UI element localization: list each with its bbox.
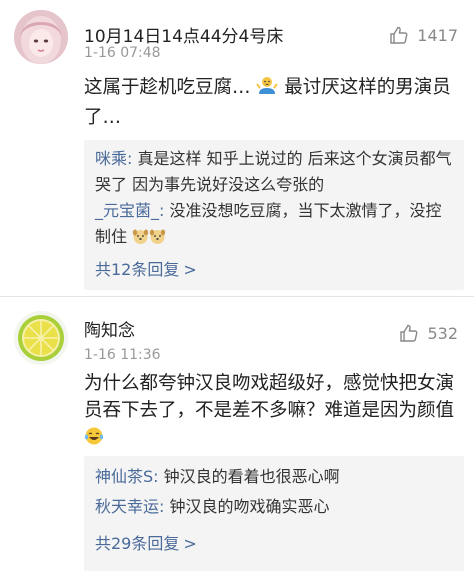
girl-portrait-avatar-icon bbox=[14, 10, 68, 64]
tears-of-joy-emoji-icon bbox=[84, 426, 104, 454]
chevron-right-icon: > bbox=[183, 260, 197, 279]
like-count: 532 bbox=[427, 323, 458, 343]
like-button[interactable]: 1417 bbox=[389, 23, 458, 47]
more-replies-link[interactable]: 共29条回复 > bbox=[95, 530, 197, 554]
thumb-up-icon bbox=[390, 26, 408, 44]
reply-item: 秋天幸运: 钟汉良的吻戏确实恶心 bbox=[95, 494, 455, 520]
more-replies-link[interactable]: 共12条回复 > bbox=[95, 256, 197, 280]
avatar[interactable] bbox=[14, 311, 68, 365]
chevron-right-icon: > bbox=[183, 534, 197, 553]
comment-text: 这属于趁机吃豆腐… 最讨厌这样的男演员了… bbox=[84, 74, 464, 131]
reply-username[interactable]: _元宝菌_: bbox=[95, 201, 164, 220]
username[interactable]: 陶知念 bbox=[84, 316, 135, 341]
comment-text-part: 这属于趁机吃豆腐… bbox=[84, 77, 251, 98]
comment-text: 为什么都夸钟汉良吻戏超级好，感觉快把女演员吞下去了，不是差不多嘛？难道是因为颜值 bbox=[84, 370, 464, 454]
timestamp: 1-16 07:48 bbox=[84, 45, 161, 61]
thumb-up-icon bbox=[400, 324, 418, 342]
reply-text: 钟汉良的吻戏确实恶心 bbox=[164, 497, 330, 516]
reply-username[interactable]: 秋天幸运: bbox=[95, 497, 164, 516]
avatar[interactable] bbox=[14, 10, 68, 64]
lemon-slice-avatar-icon bbox=[14, 311, 68, 365]
reply-item: _元宝菌_: 没准没想吃豆腐，当下太激情了，没控制住 bbox=[95, 198, 455, 253]
dog-face-emoji-icon bbox=[149, 227, 166, 253]
more-replies-label: 共12条回复 bbox=[95, 260, 180, 279]
reply-text: 真是这样 知乎上说过的 后来这个女演员都气哭了 因为事先说好没这么夸张的 bbox=[95, 149, 452, 194]
username[interactable]: 10月14日14点44分4号床 bbox=[84, 22, 283, 47]
comment-card: 陶知念 1-16 11:36 532 为什么都夸钟汉良吻戏超级好，感觉快把女演员… bbox=[0, 296, 474, 579]
reply-box: 咪乘: 真是这样 知乎上说过的 后来这个女演员都气哭了 因为事先说好没这么夸张的… bbox=[84, 140, 464, 290]
reply-text: 钟汉良的看着也很恶心啊 bbox=[158, 467, 340, 486]
timestamp: 1-16 11:36 bbox=[84, 347, 161, 363]
like-count: 1417 bbox=[417, 25, 458, 45]
like-button[interactable]: 532 bbox=[399, 321, 458, 345]
comment-card: 10月14日14点44分4号床 1-16 07:48 1417 这属于趁机吃豆腐… bbox=[0, 0, 474, 296]
reply-item: 咪乘: 真是这样 知乎上说过的 后来这个女演员都气哭了 因为事先说好没这么夸张的 bbox=[95, 146, 455, 198]
reply-item: 神仙茶S: 钟汉良的看着也很恶心啊 bbox=[95, 464, 455, 490]
dog-face-emoji-icon bbox=[132, 227, 149, 253]
shrug-emoji-icon bbox=[256, 74, 279, 104]
reply-box: 神仙茶S: 钟汉良的看着也很恶心啊 秋天幸运: 钟汉良的吻戏确实恶心 共29条回… bbox=[84, 456, 464, 571]
comment-text-part: 为什么都夸钟汉良吻戏超级好，感觉快把女演员吞下去了，不是差不多嘛？难道是因为颜值 bbox=[84, 373, 455, 421]
more-replies-label: 共29条回复 bbox=[95, 534, 180, 553]
reply-username[interactable]: 神仙茶S: bbox=[95, 467, 159, 486]
reply-username[interactable]: 咪乘: bbox=[95, 149, 132, 168]
